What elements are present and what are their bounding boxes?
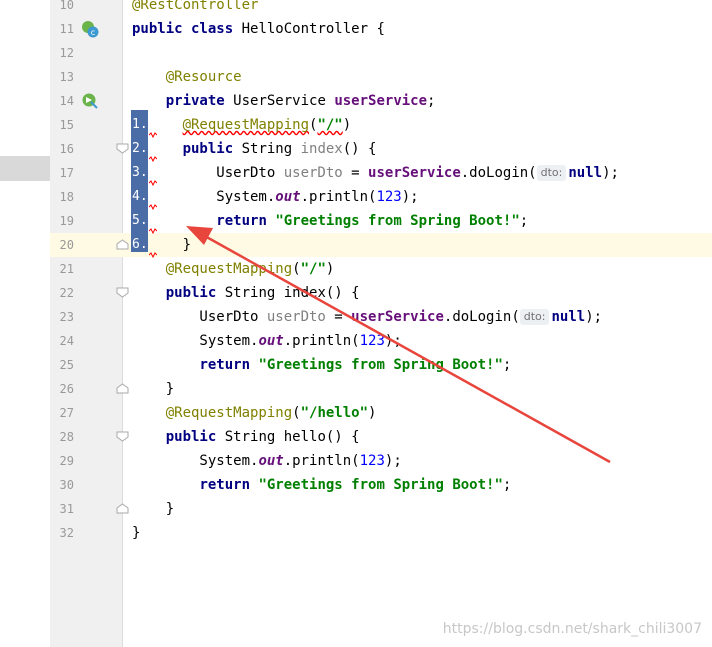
- red-arrow-annotation: [186, 226, 611, 464]
- watermark: https://blog.csdn.net/shark_chili3007: [442, 621, 702, 637]
- code-editor[interactable]: 10 @RestController 11 public class HelloCon…: [0, 0, 712, 647]
